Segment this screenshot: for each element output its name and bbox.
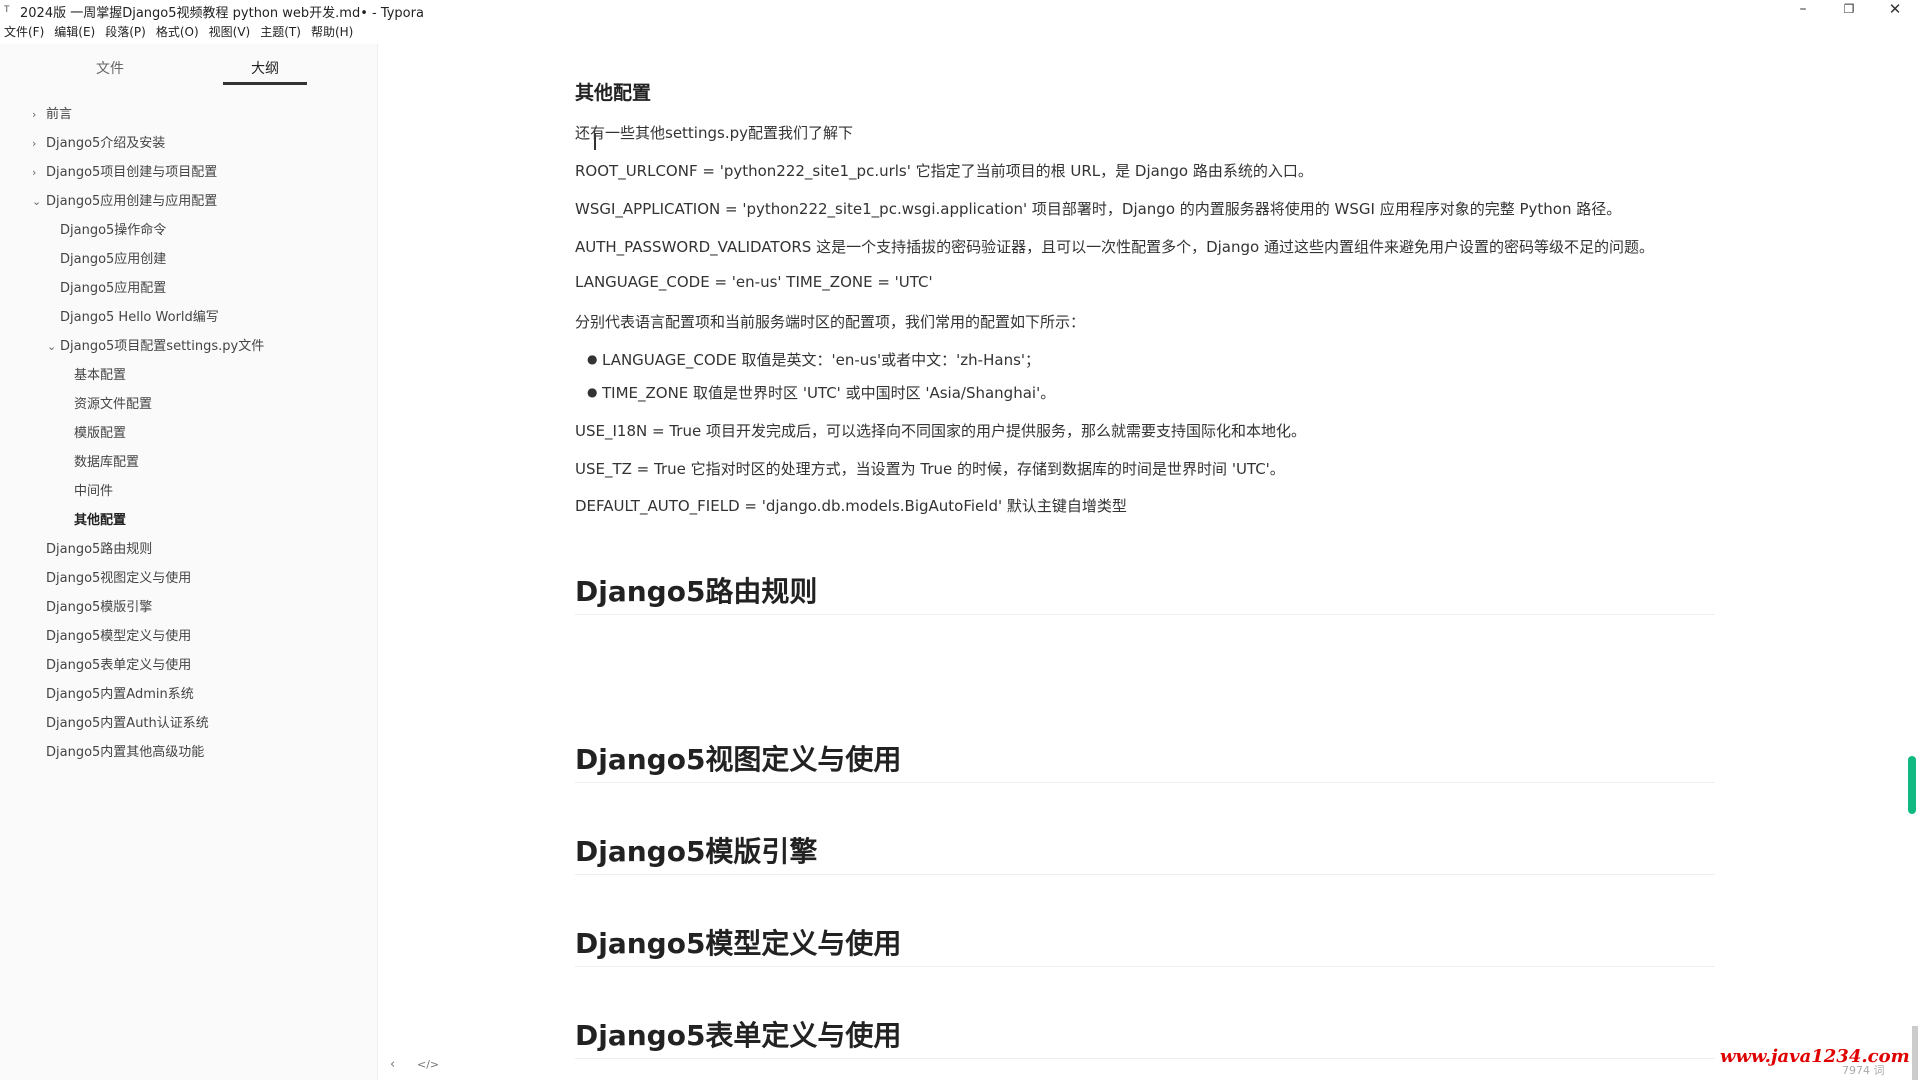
menu-bar: 文件(F) 编辑(E) 段落(P) 格式(O) 视图(V) 主题(T) 帮助(H… bbox=[0, 22, 359, 42]
scrollbar-thumb[interactable] bbox=[1912, 1026, 1918, 1080]
outline-item-label: Django5介绍及安装 bbox=[46, 136, 166, 151]
outline-item[interactable]: Django5操作命令 bbox=[60, 216, 166, 245]
sidebar: 文件 大纲 › 前言 › Django5介绍及安装 › Django5项目创建与项目配置 ⌄… bbox=[0, 44, 378, 1080]
menu-file[interactable]: 文件(F) bbox=[0, 22, 50, 42]
outline-item[interactable]: 中间件 bbox=[74, 477, 113, 506]
section-heading: 其他配置 bbox=[575, 82, 652, 104]
paragraph-root-urlconf: ROOT_URLCONF = 'python222_site1_pc.urls'… bbox=[575, 162, 1313, 180]
outline-item[interactable]: 其他配置 bbox=[74, 506, 126, 535]
outline-item-label: Django5应用创建 bbox=[60, 252, 167, 267]
sidebar-tabs: 文件 大纲 bbox=[0, 44, 378, 88]
chevron-right-icon[interactable]: › bbox=[32, 158, 42, 187]
outline-item-label: 前言 bbox=[46, 107, 73, 122]
outline-item-label: Django5操作命令 bbox=[60, 223, 167, 238]
outline-item[interactable]: › Django5项目创建与项目配置 bbox=[32, 158, 218, 187]
outline-item-label: Django5项目创建与项目配置 bbox=[46, 165, 218, 180]
heading-routing: Django5路由规则 bbox=[575, 570, 1715, 615]
outline-item[interactable]: Django5表单定义与使用 bbox=[46, 651, 191, 680]
outline-item[interactable]: 资源文件配置 bbox=[74, 390, 152, 419]
outline-item[interactable]: Django5 Hello World编写 bbox=[60, 303, 219, 332]
paragraph-wsgi: WSGI_APPLICATION = 'python222_site1_pc.w… bbox=[575, 200, 1622, 218]
paragraph-use-i18n: USE_I18N = True 项目开发完成后，可以选择向不同国家的用户提供服务… bbox=[575, 422, 1306, 440]
menu-paragraph[interactable]: 段落(P) bbox=[101, 22, 152, 42]
bullet-dot: ● bbox=[587, 352, 598, 366]
outline-item[interactable]: 基本配置 bbox=[74, 361, 126, 390]
outline-item-label: 数据库配置 bbox=[74, 455, 140, 470]
paragraph-lang-tz-desc: 分别代表语言配置项和当前服务端时区的配置项，我们常用的配置如下所示： bbox=[575, 313, 1086, 331]
list-item: TIME_ZONE 取值是世界时区 'UTC' 或中国时区 'Asia/Shan… bbox=[602, 384, 1056, 402]
outline-item-label: Django5内置Auth认证系统 bbox=[46, 716, 209, 731]
tab-outline[interactable]: 大纲 bbox=[251, 58, 279, 78]
outline-item[interactable]: Django5内置Admin系统 bbox=[46, 680, 194, 709]
heading-models: Django5模型定义与使用 bbox=[575, 922, 1715, 967]
paragraph-intro: 还有一些其他settings.py配置我们了解下 bbox=[575, 124, 853, 142]
title-bar: T 2024版 一周掌握Django5视频教程 python web开发.md•… bbox=[0, 0, 1920, 21]
heading-views: Django5视图定义与使用 bbox=[575, 738, 1715, 783]
outline-item-label: Django5视图定义与使用 bbox=[46, 571, 192, 586]
outline-item-label: Django5应用配置 bbox=[60, 281, 167, 296]
chevron-right-icon[interactable]: › bbox=[32, 129, 42, 158]
menu-format[interactable]: 格式(O) bbox=[152, 22, 205, 42]
outline-item-label: Django5应用创建与应用配置 bbox=[46, 194, 218, 209]
outline-item[interactable]: Django5内置Auth认证系统 bbox=[46, 709, 209, 738]
outline-item-label: 模版配置 bbox=[74, 426, 127, 441]
outline-item-label: Django5项目配置settings.py文件 bbox=[60, 339, 265, 354]
minimize-button[interactable]: – bbox=[1780, 0, 1826, 20]
scroll-position-indicator[interactable] bbox=[1908, 756, 1916, 814]
outline-item[interactable]: 数据库配置 bbox=[74, 448, 139, 477]
word-count[interactable]: 7974 词 bbox=[1842, 1062, 1885, 1078]
outline-item-label: 其他配置 bbox=[74, 513, 127, 528]
heading-templates: Django5模版引擎 bbox=[575, 830, 1715, 875]
outline-item[interactable]: › Django5介绍及安装 bbox=[32, 129, 166, 158]
outline-item[interactable]: Django5应用配置 bbox=[60, 274, 166, 303]
list-item: LANGUAGE_CODE 取值是英文：'en-us'或者中文：'zh-Hans… bbox=[602, 351, 1041, 369]
outline-item[interactable]: Django5应用创建 bbox=[60, 245, 166, 274]
outline-item[interactable]: 模版配置 bbox=[74, 419, 126, 448]
outline-item-label: 基本配置 bbox=[74, 368, 127, 383]
tab-files[interactable]: 文件 bbox=[96, 58, 124, 78]
outline-item-label: Django5内置其他高级功能 bbox=[46, 745, 205, 760]
outline-item[interactable]: Django5模型定义与使用 bbox=[46, 622, 191, 651]
active-tab-indicator bbox=[223, 82, 307, 85]
outline-item[interactable]: Django5路由规则 bbox=[46, 535, 152, 564]
menu-edit[interactable]: 编辑(E) bbox=[50, 22, 101, 42]
outline-item-label: Django5模版引擎 bbox=[46, 600, 153, 615]
outline-item-label: Django5 Hello World编写 bbox=[60, 310, 219, 325]
outline-item[interactable]: ⌄ Django5项目配置settings.py文件 bbox=[47, 332, 265, 361]
outline-item[interactable]: › 前言 bbox=[32, 100, 73, 129]
menu-theme[interactable]: 主题(T) bbox=[256, 22, 307, 42]
paragraph-default-auto-field: DEFAULT_AUTO_FIELD = 'django.db.models.B… bbox=[575, 497, 1127, 515]
typora-app-icon: T bbox=[4, 5, 10, 15]
menu-help[interactable]: 帮助(H) bbox=[307, 22, 359, 42]
sidebar-footer bbox=[0, 1052, 378, 1080]
editor-content[interactable]: 其他配置 还有一些其他settings.py配置我们了解下 ROOT_URLCO… bbox=[380, 44, 1910, 1080]
outline-item-label: Django5路由规则 bbox=[46, 542, 153, 557]
close-button[interactable]: ✕ bbox=[1872, 0, 1918, 20]
paragraph-lang-tz: LANGUAGE_CODE = 'en-us' TIME_ZONE = 'UTC… bbox=[575, 273, 933, 291]
outline-item[interactable]: Django5内置其他高级功能 bbox=[46, 738, 204, 767]
bullet-dot: ● bbox=[587, 385, 598, 399]
chevron-down-icon[interactable]: ⌄ bbox=[47, 332, 57, 361]
outline-item-label: 中间件 bbox=[74, 484, 114, 499]
chevron-down-icon[interactable]: ⌄ bbox=[32, 187, 42, 216]
heading-forms: Django5表单定义与使用 bbox=[575, 1014, 1715, 1059]
outline-item[interactable]: Django5模版引擎 bbox=[46, 593, 152, 622]
paragraph-use-tz: USE_TZ = True 它指对时区的处理方式，当设置为 True 的时候，存… bbox=[575, 460, 1285, 478]
menu-view[interactable]: 视图(V) bbox=[205, 22, 257, 42]
outline-item-label: Django5内置Admin系统 bbox=[46, 687, 194, 702]
window-title: 2024版 一周掌握Django5视频教程 python web开发.md• -… bbox=[20, 6, 424, 21]
maximize-button[interactable]: ❐ bbox=[1826, 0, 1872, 20]
chevron-right-icon[interactable]: › bbox=[32, 100, 42, 129]
outline-item-label: 资源文件配置 bbox=[74, 397, 153, 412]
outline-item[interactable]: ⌄ Django5应用创建与应用配置 bbox=[32, 187, 218, 216]
outline-item-label: Django5表单定义与使用 bbox=[46, 658, 192, 673]
outline-item-label: Django5模型定义与使用 bbox=[46, 629, 192, 644]
paragraph-auth-validators: AUTH_PASSWORD_VALIDATORS 这是一个支持插拔的密码验证器，… bbox=[575, 238, 1654, 256]
text-cursor bbox=[594, 134, 596, 150]
outline-item[interactable]: Django5视图定义与使用 bbox=[46, 564, 191, 593]
